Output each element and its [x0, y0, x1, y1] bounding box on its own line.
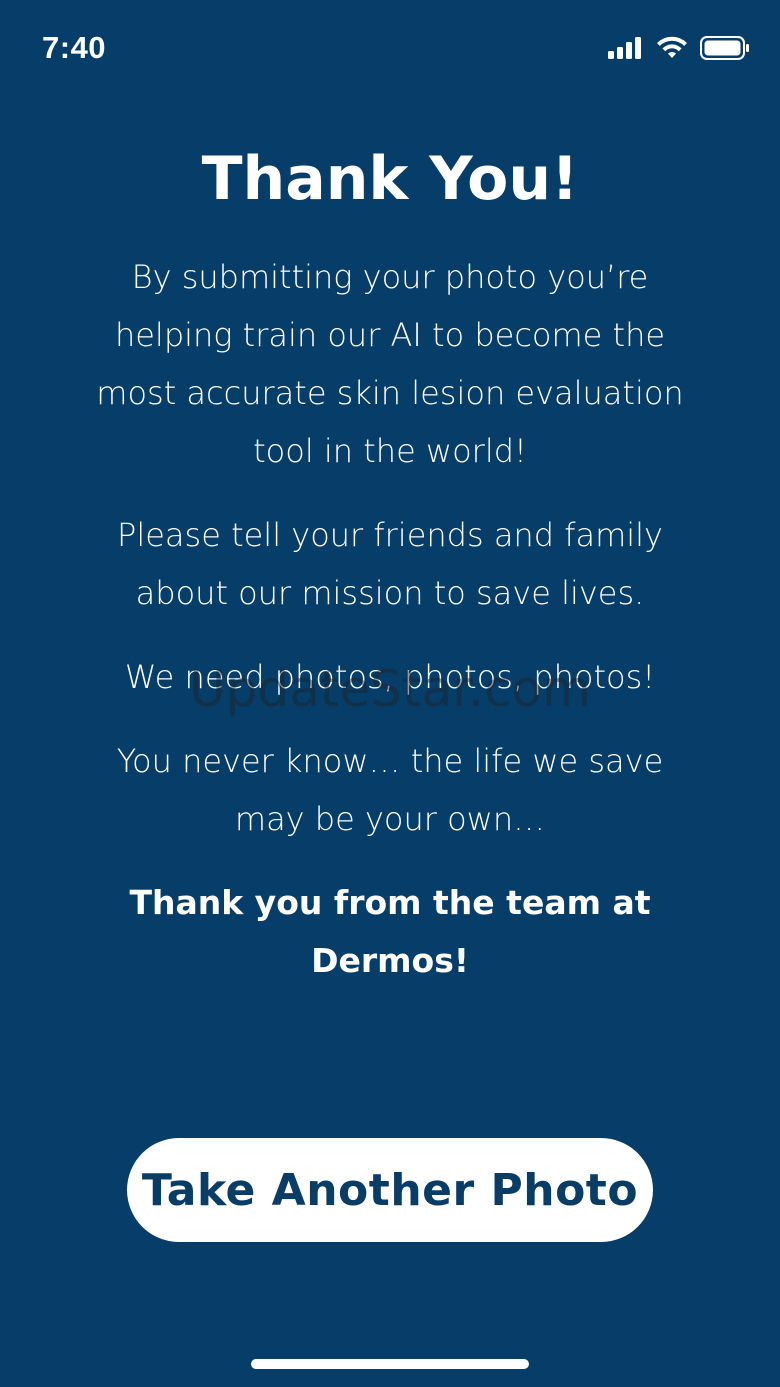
status-time: 7:40	[42, 30, 107, 65]
cellular-signal-icon	[608, 37, 641, 59]
page-title: Thank You!	[201, 144, 579, 214]
life-message: You never know… the life we save may be …	[116, 742, 664, 838]
share-message: Please tell your friends and family abou…	[117, 516, 663, 612]
status-bar: 7:40	[0, 0, 780, 100]
submission-message: By submitting your photo you’re helping …	[96, 258, 684, 470]
battery-icon	[700, 36, 749, 60]
photos-message: We need photos, photos, photos!	[124, 658, 656, 696]
status-icons	[608, 36, 750, 60]
take-another-photo-button[interactable]: Take Another Photo	[127, 1138, 653, 1242]
wifi-icon	[657, 36, 687, 58]
team-sign-off: Thank you from the team at Dermos!	[129, 883, 651, 980]
thank-you-content: Thank You! By submitting your photo you’…	[0, 140, 780, 1016]
home-indicator[interactable]	[251, 1359, 529, 1369]
